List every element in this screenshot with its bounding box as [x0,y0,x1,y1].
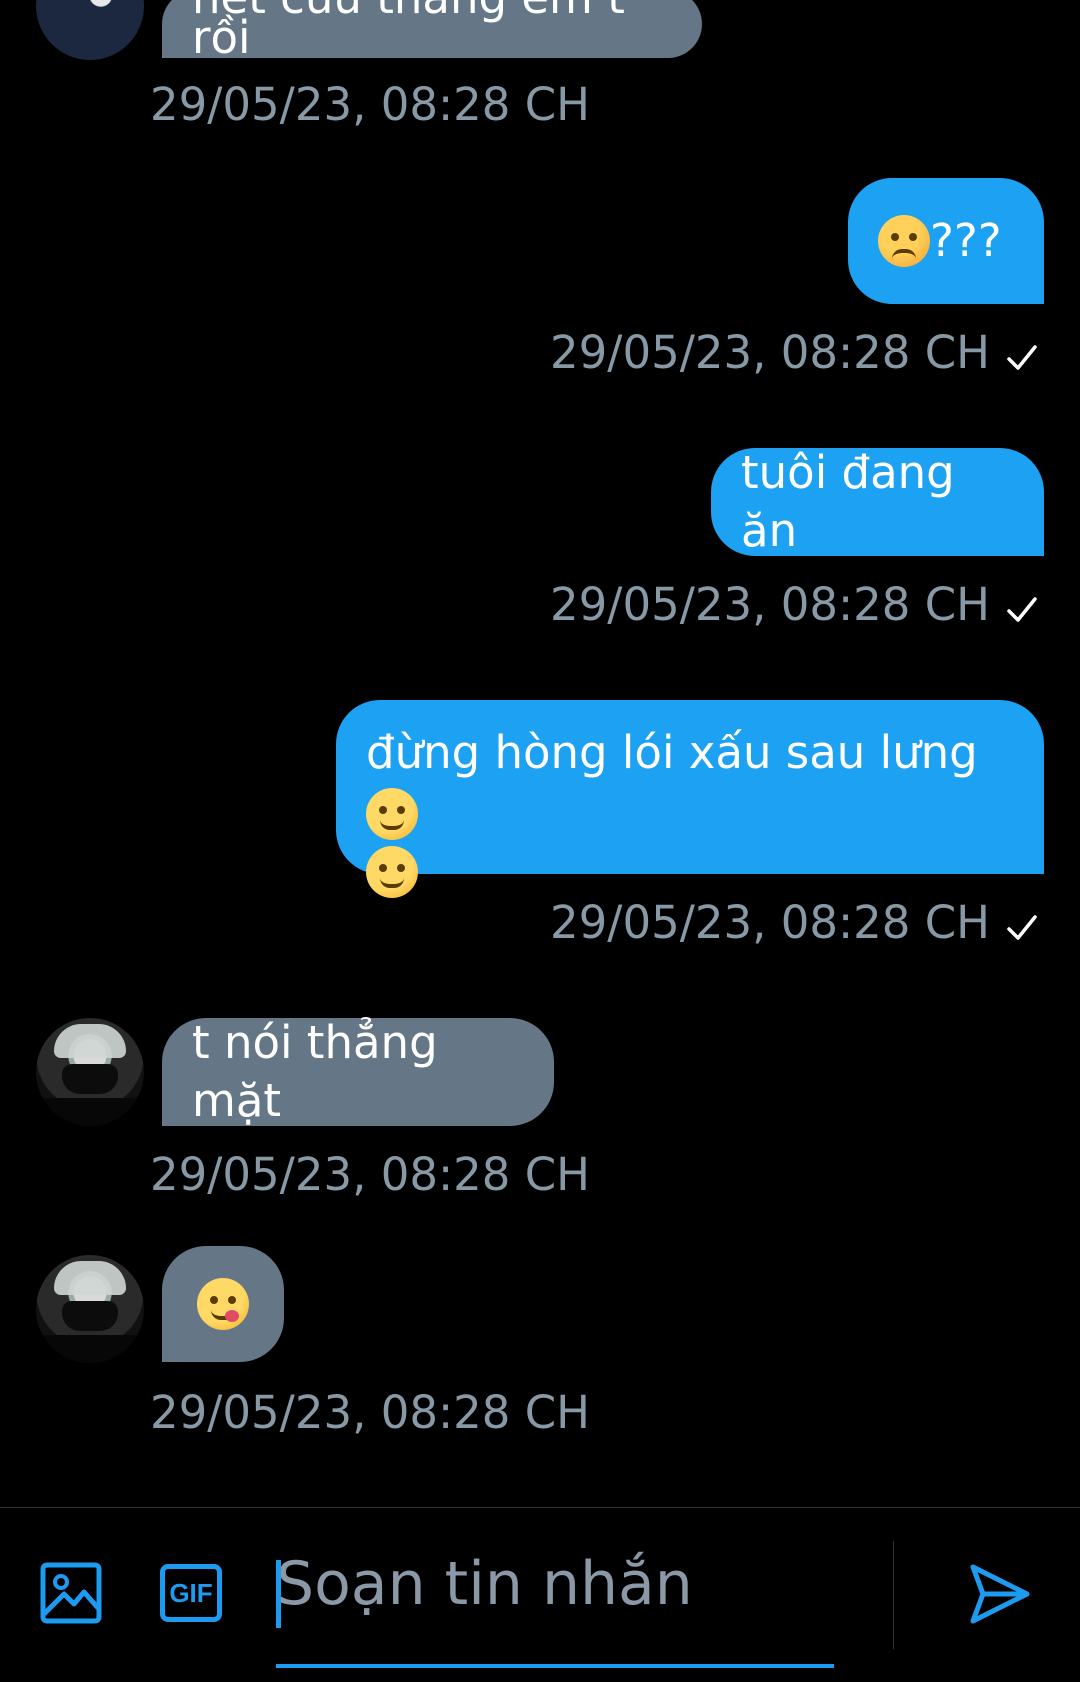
incoming-message-bubble[interactable]: t nói thẳng mặt [162,1016,554,1127]
message-timestamp: 29/05/23, 08:28 CH [150,1148,590,1201]
incoming-message-bubble[interactable]: hết cứu thằng em t rồi [162,0,702,58]
message-composer: GIF [0,1508,1080,1682]
angry-face-emoji [878,215,930,267]
check-icon [1007,915,1037,940]
message-timestamp: 29/05/23, 08:28 CH [550,578,990,631]
message-timestamp: 29/05/23, 08:28 CH [150,78,590,131]
outgoing-message-bubble[interactable]: đừng hòng lói xấu sau lưng [336,700,1044,898]
text-cursor [276,1560,281,1628]
sender-avatar[interactable] [36,1255,144,1363]
gif-button[interactable]: GIF [158,1560,224,1626]
message-timestamp: 29/05/23, 08:28 CH [150,1386,590,1439]
sender-avatar[interactable] [36,1018,144,1126]
message-timestamp: 29/05/23, 08:28 CH [550,896,990,949]
message-timestamp: 29/05/23, 08:28 CH [550,326,990,379]
send-button[interactable] [964,1558,1036,1630]
sender-avatar[interactable] [36,0,144,60]
yum-face-emoji [197,1278,249,1330]
smirk-face-emoji [366,788,418,840]
message-text: hết cứu thằng em t rồi [192,0,625,58]
image-button[interactable] [38,1560,104,1626]
composer-separator [893,1541,894,1649]
message-text: đừng hòng lói xấu sau lưng [366,726,978,779]
check-icon [1007,597,1037,622]
input-focus-underline [276,1664,834,1668]
send-icon [970,1564,1030,1624]
smirk-face-emoji [366,846,418,898]
gif-icon: GIF [160,1564,222,1622]
message-input[interactable] [276,1534,834,1634]
image-icon [40,1562,102,1624]
outgoing-message-bubble[interactable]: ??? [848,178,1044,304]
outgoing-message-bubble[interactable]: tuôi đang ăn [711,446,1044,557]
check-icon [1007,345,1037,370]
message-text: tuôi đang ăn [741,446,955,557]
message-text: t nói thẳng mặt [192,1016,438,1127]
message-text: ??? [930,214,1002,267]
incoming-message-bubble[interactable] [162,1246,284,1362]
